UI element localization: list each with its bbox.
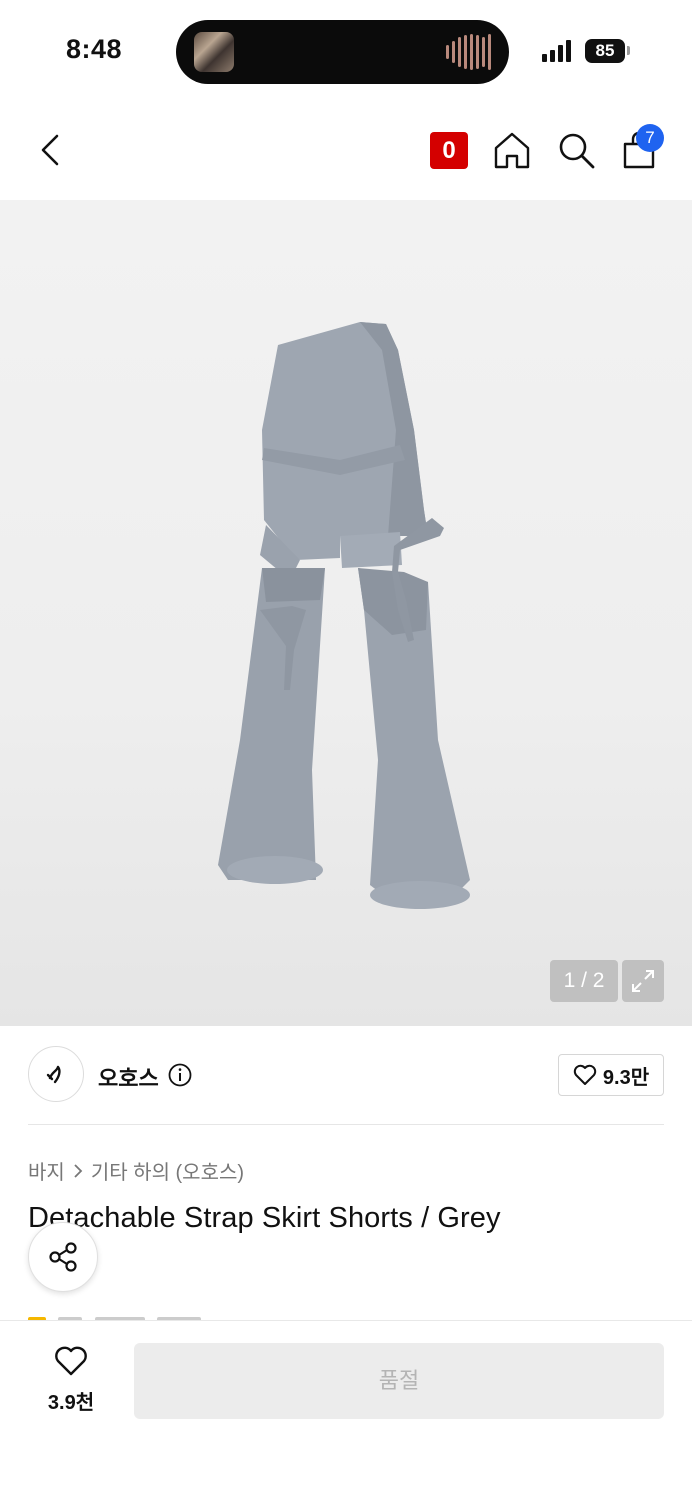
product-title: Detachable Strap Skirt Shorts / Grey xyxy=(28,1202,501,1234)
brand-name[interactable]: 오호스 xyxy=(98,1061,159,1093)
battery-icon: 85 xyxy=(585,39,625,63)
home-icon xyxy=(494,132,530,169)
product-photo xyxy=(218,322,470,909)
points-badge[interactable]: 0 xyxy=(430,132,468,169)
gallery-pager: 1 / 2 xyxy=(550,960,618,1002)
dynamic-island xyxy=(176,20,509,84)
bottom-bar: 3.9천 품절 xyxy=(0,1320,692,1500)
divider xyxy=(28,1124,664,1125)
heart-icon xyxy=(55,1346,87,1376)
brand-like-count: 9.3만 xyxy=(602,1066,650,1089)
search-button[interactable] xyxy=(554,128,598,172)
brand-like-button[interactable]: 9.3만 xyxy=(558,1054,664,1096)
brand-logo[interactable] xyxy=(28,1046,84,1102)
wishlist-count: 3.9천 xyxy=(47,1392,95,1414)
status-bar: 8:48 85 xyxy=(0,0,692,100)
brand-row: 오호스 9.3만 xyxy=(28,1046,664,1106)
status-time: 8:48 xyxy=(66,34,123,64)
cart-count-badge: 7 xyxy=(636,124,664,152)
brand-logo-icon xyxy=(46,1065,61,1084)
info-icon[interactable] xyxy=(168,1063,192,1087)
share-button[interactable] xyxy=(28,1222,98,1292)
search-icon xyxy=(559,133,595,169)
breadcrumb-subcategory[interactable]: 기타 하의 (오호스) xyxy=(91,1156,244,1185)
expand-button[interactable] xyxy=(622,960,664,1002)
product-image-gallery[interactable]: 1 / 2 xyxy=(0,200,692,1026)
top-nav: 0 7 xyxy=(0,100,692,200)
share-icon xyxy=(49,1242,77,1272)
audio-waveform-icon xyxy=(446,34,491,70)
back-arrow-icon xyxy=(41,134,59,166)
battery-tip xyxy=(627,46,630,55)
wishlist-button[interactable]: 3.9천 xyxy=(36,1345,106,1425)
sold-out-button[interactable]: 품절 xyxy=(134,1343,664,1419)
breadcrumb-category[interactable]: 바지 xyxy=(28,1156,65,1185)
home-button[interactable] xyxy=(490,128,534,172)
back-button[interactable] xyxy=(28,128,72,172)
expand-icon xyxy=(632,970,654,992)
heart-icon xyxy=(573,1064,597,1085)
chevron-right-icon xyxy=(74,1163,83,1178)
signal-icon xyxy=(542,40,571,62)
breadcrumb: 바지 기타 하의 (오호스) xyxy=(28,1156,244,1185)
now-playing-thumbnail xyxy=(194,32,234,72)
